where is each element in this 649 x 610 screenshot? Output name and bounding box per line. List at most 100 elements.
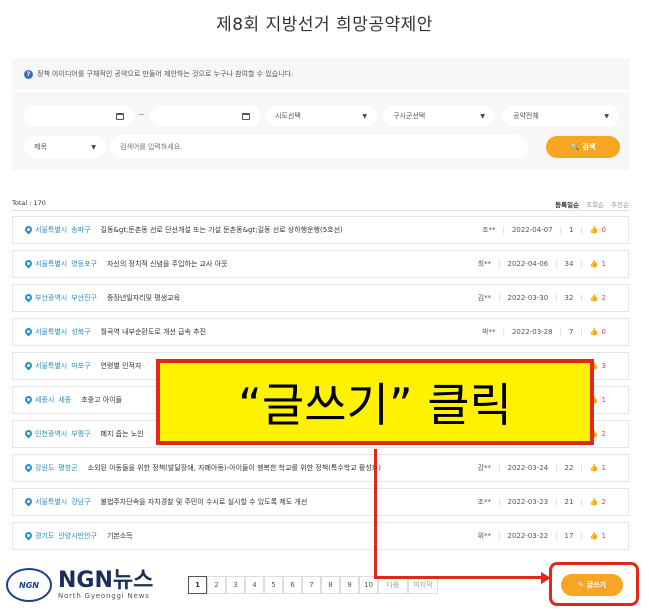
region-label: 서울특별시 마포구 (35, 361, 91, 371)
thumbs-up-icon: 👍 (589, 294, 599, 302)
region-province: 강원도 (35, 464, 55, 472)
view-count: 21 (564, 498, 574, 506)
separator: | (559, 226, 562, 234)
region-district: 부평구 (71, 430, 91, 438)
date: 2022-03-30 (507, 294, 549, 302)
row-meta: 조** | 2022-04-07 | 1 | 👍 0 (482, 225, 606, 235)
region-label: 세종시 세종 (35, 395, 71, 405)
thumbs-up-icon: 👍 (589, 498, 599, 506)
calendar-icon[interactable] (242, 112, 250, 120)
region-district: 평창군 (58, 464, 78, 472)
page-5[interactable]: 5 (264, 576, 283, 594)
view-count: 17 (564, 532, 574, 540)
separator: | (555, 294, 558, 302)
pencil-icon: ✎ (577, 581, 584, 589)
caret-down-icon: ▼ (362, 112, 367, 120)
pledge-title[interactable]: 길동&gt;둔촌동 선로 단선개설 또는 기설 둔촌동&gt;길동 선로 상하행… (101, 225, 343, 235)
region-district: 안양시만안구 (58, 532, 97, 540)
view-count: 7 (568, 328, 574, 336)
total-count: Total : 170 (12, 199, 46, 207)
author: 김** (477, 294, 492, 302)
search-button[interactable]: 🔍 검색 (546, 136, 620, 158)
separator: | (498, 464, 501, 472)
pledge-title[interactable]: 폐지 줍는 노인 (101, 429, 144, 439)
list-item[interactable]: 서울특별시 성북구 월곡역 내부순환도로 개선 급속 추진 박** | 2022-03-2… (12, 318, 629, 346)
page-7[interactable]: 7 (302, 576, 321, 594)
page-1[interactable]: 1 (188, 576, 207, 594)
sort-by-likes[interactable]: 추천순 (611, 199, 629, 209)
location-pin-icon (25, 226, 32, 235)
list-item[interactable]: 부산광역시 부산진구 중장년일자리및 평생교육 김** | 2022-03-30 | 32 | 👍… (12, 284, 629, 312)
page-6[interactable]: 6 (283, 576, 302, 594)
pledge-title[interactable]: 월곡역 내부순환도로 개선 급속 추진 (101, 327, 207, 337)
separator: | (498, 532, 501, 540)
location-pin-icon (25, 498, 32, 507)
region-province: 서울특별시 (35, 226, 68, 234)
location-pin-icon (25, 362, 32, 371)
like-count: 1 (601, 532, 606, 540)
annotation-line (374, 449, 377, 578)
ngn-logo: NGN NGN뉴스 North Gyeonggi News (6, 568, 153, 602)
author: 최** (477, 260, 492, 268)
separator: | (580, 532, 583, 540)
write-button[interactable]: ✎ 글쓰기 (561, 574, 623, 596)
caret-down-icon: ▼ (91, 143, 96, 151)
row-meta: 최** | 2022-04-06 | 34 | 👍 1 (478, 259, 606, 269)
sido-select[interactable]: 시도선택 ▼ (265, 105, 377, 127)
sort-options: 등록일순 조회순 추천순 (555, 199, 629, 209)
question-icon: ? (24, 69, 33, 79)
search-input[interactable] (110, 135, 528, 159)
region-label: 서울특별시 송파구 (35, 225, 91, 235)
separator: | (580, 260, 583, 268)
location-pin-icon (25, 328, 32, 337)
region-province: 부산광역시 (35, 294, 68, 302)
pledge-title[interactable]: 소외된 아동들을 위한 정책(발달장애, 자폐아동)-아이들이 행복한 학교를 … (88, 463, 381, 473)
pledge-title[interactable]: 불법주차단속을 자치경찰 및 주민이 수시로 실시할 수 있도록 제도 개선 (101, 497, 308, 507)
location-pin-icon (25, 294, 32, 303)
like-count: 2 (601, 498, 606, 506)
pledge-title[interactable]: 기본소득 (107, 531, 133, 541)
pledge-title[interactable]: 초중고 아이들 (81, 395, 122, 405)
ngn-logo-icon: NGN (6, 568, 52, 602)
separator: | (555, 464, 558, 472)
row-meta: 김** | 2022-03-30 | 32 | 👍 2 (478, 293, 606, 303)
region-label: 서울특별시 강남구 (35, 497, 91, 507)
end-date-field[interactable] (150, 105, 260, 127)
separator: | (555, 532, 558, 540)
row-meta: 강** | 2022-03-24 | 22 | 👍 1 (478, 463, 606, 473)
separator: | (502, 226, 505, 234)
annotation-line (374, 576, 543, 579)
gugun-select[interactable]: 구시군선택 ▼ (383, 105, 495, 127)
page-9[interactable]: 9 (340, 576, 359, 594)
page-3[interactable]: 3 (226, 576, 245, 594)
region-province: 서울특별시 (35, 328, 68, 336)
sort-by-date[interactable]: 등록일순 (555, 199, 579, 209)
page-2[interactable]: 2 (207, 576, 226, 594)
list-item[interactable]: 서울특별시 강남구 불법주차단속을 자치경찰 및 주민이 수시로 실시할 수 있도록… (12, 488, 629, 516)
pledge-select[interactable]: 공약전체 ▼ (503, 105, 619, 127)
like-count: 1 (601, 260, 606, 268)
pledge-title[interactable]: 중장년일자리및 평생교육 (107, 293, 180, 303)
region-label: 부산광역시 부산진구 (35, 293, 97, 303)
search-field-select[interactable]: 제목 ▼ (24, 136, 106, 158)
region-district: 성북구 (71, 328, 91, 336)
annotation-text: “글쓰기” 클릭 (238, 378, 512, 432)
page-8[interactable]: 8 (321, 576, 340, 594)
sort-by-views[interactable]: 조회순 (586, 199, 604, 209)
region-district: 세종 (58, 396, 72, 404)
region-district: 강남구 (71, 498, 91, 506)
location-pin-icon (25, 430, 32, 439)
pledge-title[interactable]: 연령별 인적자 (101, 361, 142, 371)
page-title: 제8회 지방선거 희망공약제안 (216, 15, 433, 35)
region-label: 강원도 평창군 (35, 463, 78, 473)
list-item[interactable]: 서울특별시 영등포구 자신의 정치적 신념을 주입하는 교사 아웃 최** | 2022-… (12, 250, 629, 278)
start-date-field[interactable] (24, 105, 134, 127)
date: 2022-04-07 (511, 226, 553, 234)
list-item[interactable]: 경기도 안양시만안구 기본소득 위** | 2022-03-22 | 17 | 👍 1 (12, 522, 629, 550)
list-item[interactable]: 강원도 평창군 소외된 아동들을 위한 정책(발달장애, 자폐아동)-아이들이 행복… (12, 454, 629, 482)
page-4[interactable]: 4 (245, 576, 264, 594)
pledge-title[interactable]: 자신의 정치적 신념을 주입하는 교사 아웃 (107, 259, 228, 269)
list-item[interactable]: 서울특별시 송파구 길동&gt;둔촌동 선로 단선개설 또는 기설 둔촌동&gt;길… (12, 216, 629, 244)
sido-select-value: 시도선택 (275, 112, 301, 120)
calendar-icon[interactable] (116, 112, 124, 120)
